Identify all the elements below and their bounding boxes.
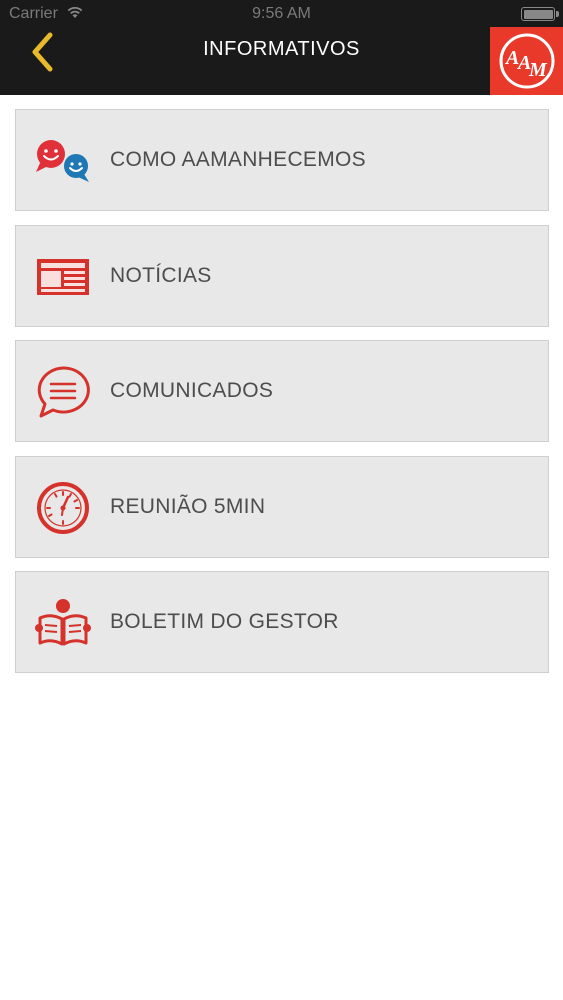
menu-item-label: COMUNICADOS — [110, 379, 274, 402]
svg-text:M: M — [528, 59, 548, 81]
battery-icon — [521, 7, 555, 21]
reader-book-icon — [34, 594, 92, 652]
menu-item-label: COMO AAMANHECEMOS — [110, 148, 366, 171]
navigation-bar: Carrier 9:56 AM INFORMATIVOS A A M — [0, 0, 563, 95]
page-title: INFORMATIVOS — [203, 38, 360, 60]
battery-tip — [556, 11, 559, 17]
informativos-menu: COMO AAMANHECEMOS NOTÍCIAS COMUNICADOS R… — [15, 109, 549, 687]
newspaper-icon — [34, 248, 92, 306]
message-bubble-icon — [34, 363, 92, 421]
menu-item-label: NOTÍCIAS — [110, 263, 212, 287]
menu-item-label: REUNIÃO 5MIN — [110, 494, 266, 518]
aam-logo: A A M — [490, 27, 563, 95]
menu-item-reuniao-5min[interactable]: REUNIÃO 5MIN — [15, 455, 549, 558]
status-time: 9:56 AM — [252, 5, 311, 22]
menu-item-boletim-do-gestor[interactable]: BOLETIM DO GESTOR — [15, 571, 549, 673]
menu-item-label: BOLETIM DO GESTOR — [110, 610, 339, 633]
chat-faces-icon — [34, 132, 92, 190]
aam-logo-icon: A A M — [499, 33, 554, 89]
menu-item-como-aamanhecemos[interactable]: COMO AAMANHECEMOS — [15, 109, 549, 211]
menu-item-comunicados[interactable]: COMUNICADOS — [15, 340, 549, 442]
menu-item-noticias[interactable]: NOTÍCIAS — [15, 224, 549, 327]
status-bar: Carrier 9:56 AM — [0, 0, 563, 30]
clock-icon — [34, 479, 92, 537]
